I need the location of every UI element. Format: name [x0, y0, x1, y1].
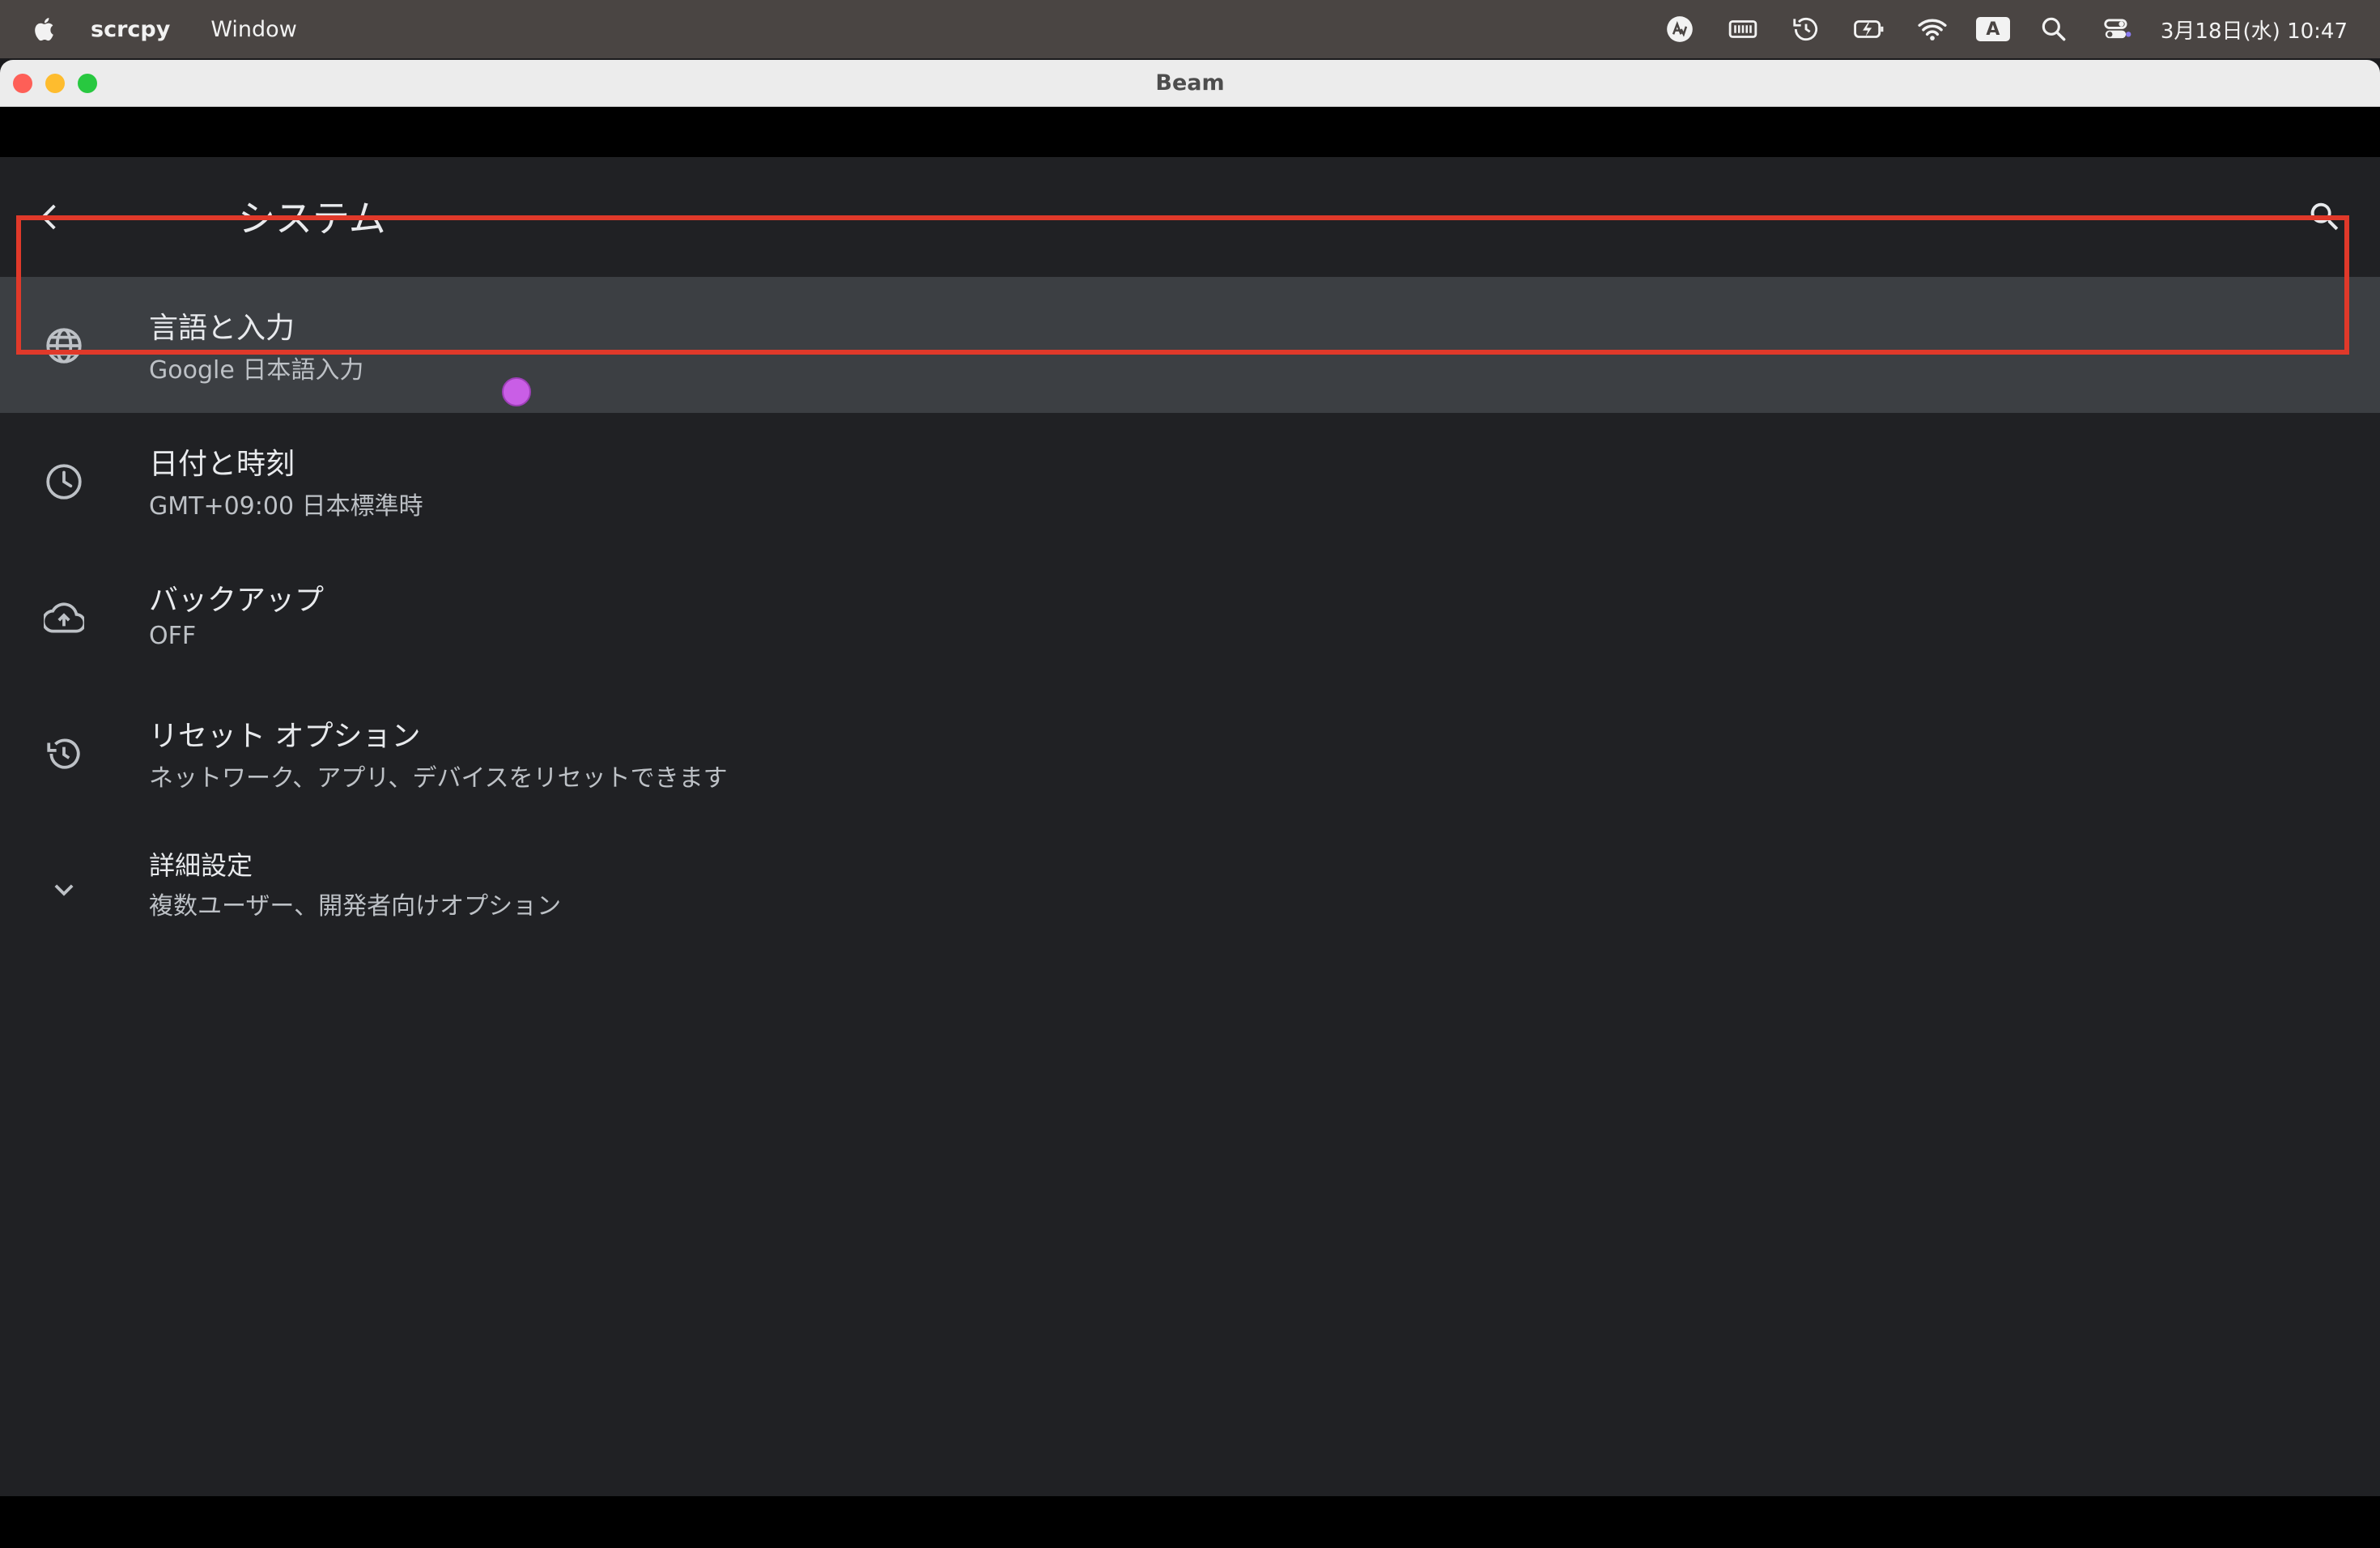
- android-settings-screen: システム 言語と入力 Google 日本語入力 日付と時刻 GMT+09:00 …: [0, 157, 2380, 1496]
- wifi-icon[interactable]: [1913, 10, 1952, 49]
- time-machine-icon[interactable]: [1787, 10, 1825, 49]
- list-item-title: リセット オプション: [149, 720, 421, 753]
- menu-window[interactable]: Window: [210, 17, 296, 42]
- window-title: Beam: [1155, 70, 1225, 96]
- list-item-title: 言語と入力: [149, 312, 295, 345]
- macos-menu-bar: scrcpy Window A 3月18日(水) 10:47: [0, 0, 2380, 58]
- list-item-subtitle: OFF: [149, 622, 197, 650]
- list-item-subtitle: ネットワーク、アプリ、デバイスをリセットできます: [149, 764, 728, 793]
- settings-list: 言語と入力 Google 日本語入力 日付と時刻 GMT+09:00 日本標準時…: [0, 277, 2380, 957]
- traffic-lights: [13, 74, 110, 93]
- list-item-advanced[interactable]: 詳細設定 複数ユーザー、開発者向けオプション: [0, 821, 2380, 957]
- window-titlebar[interactable]: Beam: [0, 60, 2380, 107]
- list-item-title: バックアップ: [149, 584, 325, 617]
- list-item-title: 日付と時刻: [149, 448, 295, 481]
- list-item-language-input[interactable]: 言語と入力 Google 日本語入力: [0, 277, 2380, 413]
- chevron-down-icon: [42, 868, 86, 912]
- battery-charging-icon[interactable]: [1850, 10, 1889, 49]
- list-item-title: 詳細設定: [149, 850, 253, 881]
- app-bar: システム: [0, 157, 2380, 277]
- list-item-subtitle: Google 日本語入力: [149, 356, 364, 385]
- search-icon[interactable]: [2302, 194, 2348, 240]
- zoom-window-button[interactable]: [78, 74, 97, 93]
- list-item-backup[interactable]: バックアップ OFF: [0, 549, 2380, 685]
- menu-app-name[interactable]: scrcpy: [91, 17, 170, 42]
- list-item-date-time[interactable]: 日付と時刻 GMT+09:00 日本標準時: [0, 413, 2380, 549]
- back-arrow-icon[interactable]: [31, 194, 76, 240]
- list-item-subtitle: GMT+09:00 日本標準時: [149, 492, 423, 521]
- menubar-clock[interactable]: 3月18日(水) 10:47: [2161, 15, 2348, 45]
- apple-logo-icon[interactable]: [29, 13, 62, 45]
- list-item-subtitle: 複数ユーザー、開発者向けオプション: [149, 892, 562, 921]
- spotlight-search-icon[interactable]: [2034, 10, 2073, 49]
- list-item-reset-options[interactable]: リセット オプション ネットワーク、アプリ、デバイスをリセットできます: [0, 685, 2380, 821]
- close-window-button[interactable]: [13, 74, 32, 93]
- page-title: システム: [238, 197, 386, 240]
- globe-icon: [42, 324, 86, 368]
- control-center-icon[interactable]: [2097, 10, 2136, 49]
- beam-window: Beam システム 言語と入力 Google 日本語入力 日付と時刻 GMT+0…: [0, 60, 2380, 1548]
- clock-icon: [42, 460, 86, 504]
- cloud-upload-icon: [42, 596, 86, 640]
- autofill-icon[interactable]: [1660, 10, 1699, 49]
- bottom-letterbox: [0, 1496, 2380, 1548]
- input-source-icon[interactable]: A: [1975, 17, 2010, 41]
- touch-pointer-indicator: [502, 377, 531, 406]
- battery-meter-icon[interactable]: [1723, 10, 1762, 49]
- reset-history-icon: [42, 732, 86, 776]
- minimize-window-button[interactable]: [45, 74, 65, 93]
